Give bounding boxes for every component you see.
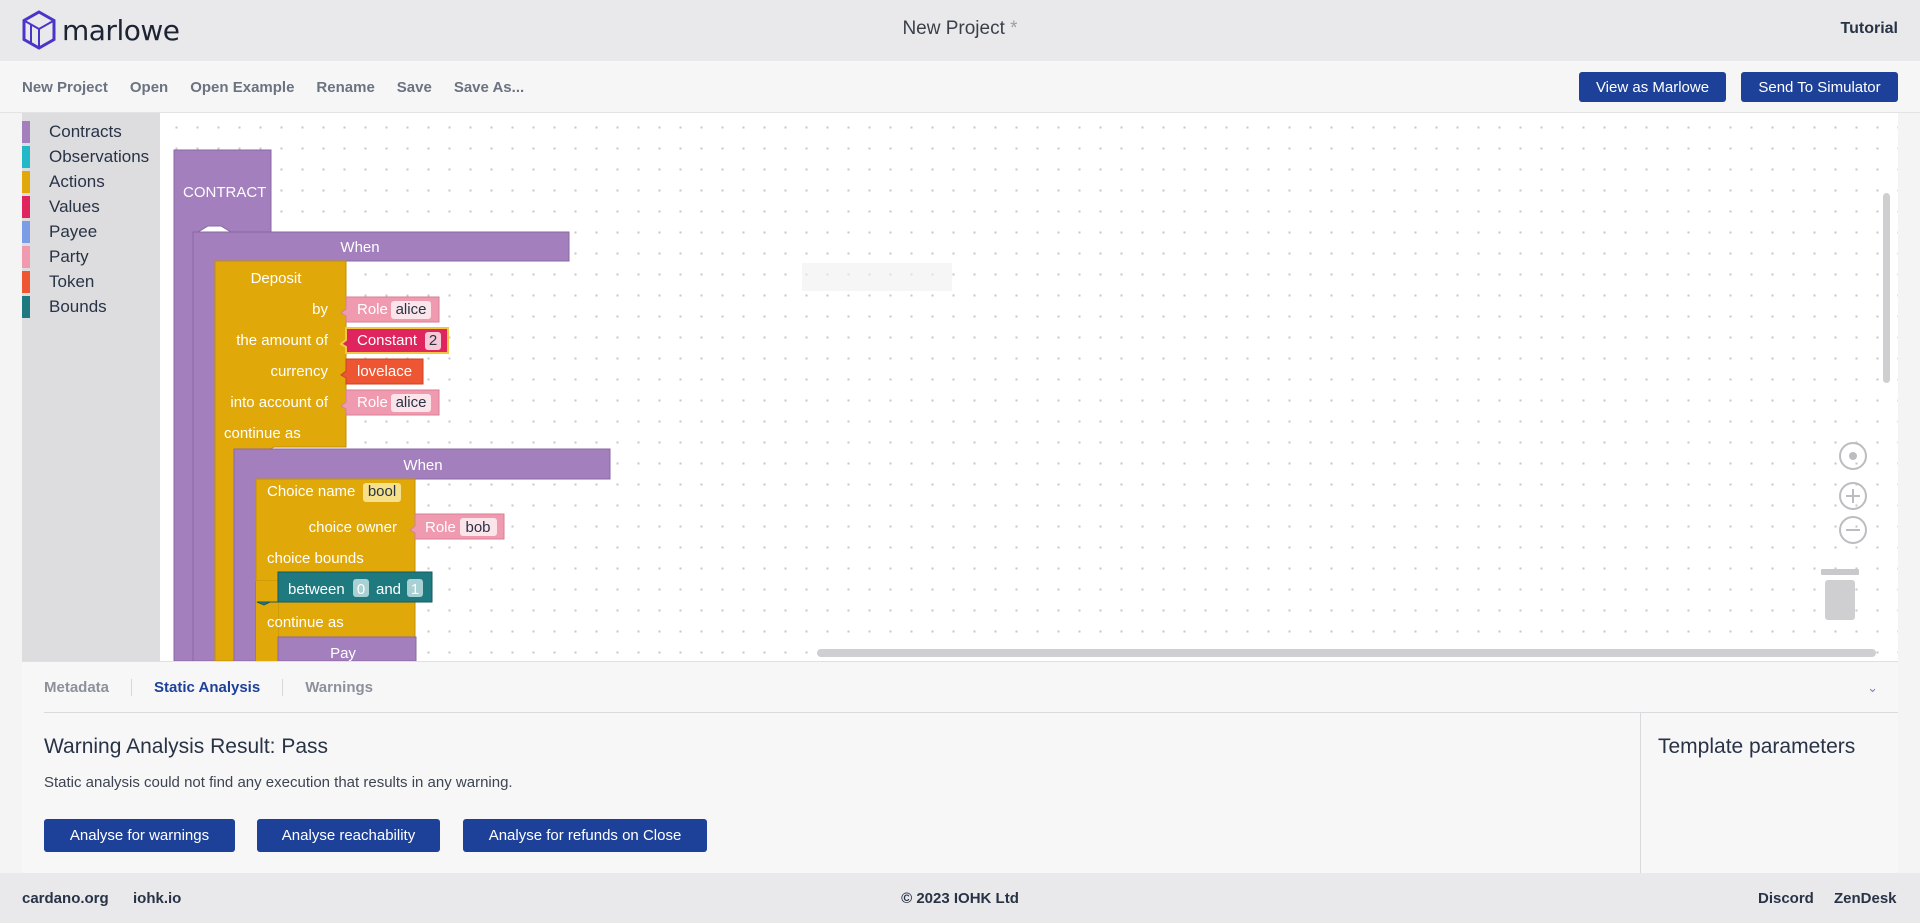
app-footer: cardano.org iohk.io © 2023 IOHK Ltd Disc…: [0, 873, 1920, 923]
footer-link-zendesk[interactable]: ZenDesk: [1834, 890, 1897, 907]
recenter-icon[interactable]: [1836, 439, 1870, 473]
toolbox-category-observations[interactable]: Observations: [22, 145, 149, 168]
toolbox-category-party[interactable]: Party: [22, 245, 89, 268]
rename-button[interactable]: Rename: [316, 79, 374, 96]
role-value-by: alice: [396, 301, 427, 318]
deposit-continue-label: continue as: [224, 425, 301, 442]
footer-copyright: © 2023 IOHK Ltd: [901, 890, 1019, 907]
new-project-button[interactable]: New Project: [22, 79, 108, 96]
category-color-swatch: [22, 120, 30, 143]
view-as-marlowe-button[interactable]: View as Marlowe: [1579, 72, 1726, 102]
category-color-swatch: [22, 220, 30, 243]
when-inner-label: When: [403, 457, 442, 474]
panel-tabs: Metadata Static Analysis Warnings: [44, 679, 395, 696]
footer-link-discord[interactable]: Discord: [1758, 890, 1814, 907]
contract-label: CONTRACT: [183, 184, 266, 201]
trash-icon[interactable]: [1815, 568, 1865, 628]
choice-bounds-label: choice bounds: [267, 550, 364, 567]
analyse-refunds-button[interactable]: Analyse for refunds on Close: [463, 819, 707, 852]
app-header: marlowe New Project * Tutorial: [0, 0, 1920, 61]
analyse-reachability-button[interactable]: Analyse reachability: [257, 819, 440, 852]
panel-divider: [44, 712, 1898, 713]
token-label: lovelace: [357, 363, 412, 380]
deposit-amount-label: the amount of: [236, 332, 329, 349]
category-label: Contracts: [49, 121, 122, 141]
blockly-workspace[interactable]: CONTRACT When Deposit by the amount of c…: [160, 113, 1898, 661]
marlowe-logo[interactable]: marlowe: [22, 10, 180, 50]
tab-warnings[interactable]: Warnings: [282, 679, 395, 696]
category-color-swatch: [22, 270, 30, 293]
category-label: Payee: [49, 221, 98, 241]
workspace-vertical-scrollbar[interactable]: [1883, 193, 1890, 383]
choice-continue-label: continue as: [267, 614, 344, 631]
send-to-simulator-button[interactable]: Send To Simulator: [1741, 72, 1898, 102]
tab-metadata[interactable]: Metadata: [44, 679, 131, 696]
category-color-swatch: [22, 170, 30, 193]
blockly-toolbox: Contracts Observations Actions Values Pa…: [22, 113, 160, 661]
choice-owner-label: choice owner: [309, 519, 397, 536]
category-label: Token: [49, 271, 95, 291]
category-color-swatch: [22, 145, 30, 168]
unsaved-indicator: *: [1010, 18, 1018, 39]
tab-static-analysis[interactable]: Static Analysis: [131, 679, 282, 696]
deposit-currency-label: currency: [270, 363, 328, 380]
toolbox-category-token[interactable]: Token: [22, 270, 94, 293]
open-example-button[interactable]: Open Example: [190, 79, 294, 96]
workspace-horizontal-scrollbar[interactable]: [817, 649, 1876, 657]
category-color-swatch: [22, 295, 30, 318]
bound-low-value: 0: [357, 581, 365, 598]
category-label: Party: [49, 246, 89, 266]
analyse-warnings-button[interactable]: Analyse for warnings: [44, 819, 235, 852]
constant-label: Constant: [357, 332, 418, 349]
analysis-result-title: Warning Analysis Result: Pass: [44, 735, 329, 758]
app-name: marlowe: [62, 13, 180, 47]
marlowe-logo-icon: [22, 10, 56, 50]
template-parameters-title: Template parameters: [1658, 735, 1856, 758]
deposit-label: Deposit: [251, 270, 303, 287]
role-value-into: alice: [396, 394, 427, 411]
toolbox-category-bounds[interactable]: Bounds: [22, 295, 107, 318]
project-title: New Project *: [0, 18, 1920, 40]
contract-block-canvas: CONTRACT When Deposit by the amount of c…: [173, 149, 611, 661]
role-label-into: Role: [357, 394, 388, 411]
role-label-owner: Role: [425, 519, 456, 536]
category-label: Observations: [49, 146, 150, 166]
tutorial-link[interactable]: Tutorial: [1841, 20, 1898, 38]
workspace-ghost-area: [802, 263, 952, 291]
panel-vertical-divider: [1640, 713, 1641, 874]
save-button[interactable]: Save: [397, 79, 432, 96]
choice-name-value: bool: [368, 483, 396, 500]
constant-value: 2: [429, 332, 437, 349]
category-label: Values: [49, 196, 100, 216]
choice-block: [255, 478, 416, 661]
toolbox-category-contracts[interactable]: Contracts: [22, 120, 122, 143]
between-and-label: and: [376, 581, 401, 598]
toolbox-category-values[interactable]: Values: [22, 195, 100, 218]
category-label: Actions: [49, 171, 105, 191]
menu-bar: New Project Open Open Example Rename Sav…: [0, 61, 1920, 113]
role-value-owner: bob: [465, 519, 490, 536]
role-label-by: Role: [357, 301, 388, 318]
zoom-out-icon[interactable]: [1836, 513, 1870, 547]
category-color-swatch: [22, 195, 30, 218]
deposit-by-label: by: [312, 301, 328, 318]
save-as-button[interactable]: Save As...: [454, 79, 524, 96]
project-name: New Project: [902, 18, 1005, 39]
toolbox-category-actions[interactable]: Actions: [22, 170, 105, 193]
analysis-result-description: Static analysis could not find any execu…: [44, 774, 513, 791]
deposit-into-label: into account of: [230, 394, 328, 411]
analysis-panel: Metadata Static Analysis Warnings ⌄ Warn…: [22, 661, 1898, 874]
when-label: When: [340, 239, 379, 256]
category-color-swatch: [22, 245, 30, 268]
toolbox-category-payee[interactable]: Payee: [22, 220, 97, 243]
choice-name-label: Choice name: [267, 483, 355, 500]
file-menu: New Project Open Open Example Rename Sav…: [22, 79, 524, 96]
between-label: between: [288, 581, 345, 598]
pay-label: Pay: [330, 645, 356, 661]
zoom-in-icon[interactable]: [1836, 479, 1870, 513]
open-button[interactable]: Open: [130, 79, 168, 96]
bound-high-value: 1: [411, 581, 419, 598]
chevron-down-icon[interactable]: ⌄: [1867, 680, 1878, 696]
category-label: Bounds: [49, 296, 107, 316]
